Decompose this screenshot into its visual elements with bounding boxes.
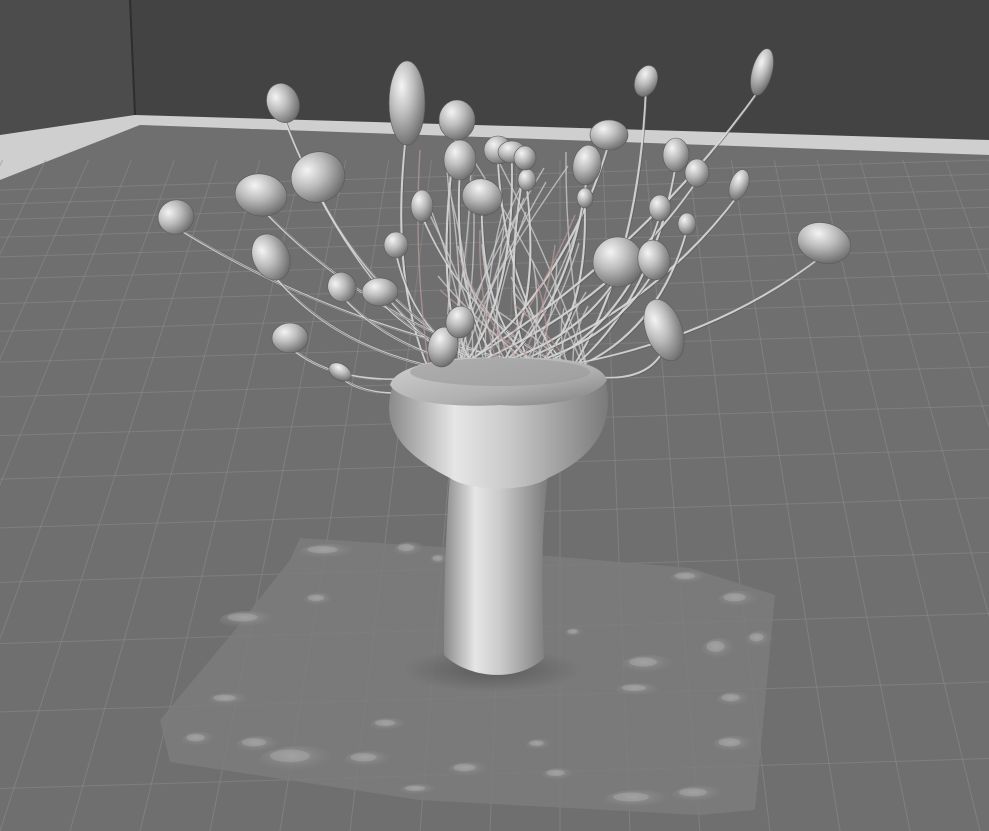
leaf-blob (677, 212, 697, 236)
leaf-blob (383, 231, 409, 259)
left-wall (0, 0, 135, 135)
ground-bump-highlight (186, 734, 205, 742)
leaf-blob-body (443, 139, 477, 181)
ground-bump-highlight (679, 788, 707, 797)
leaf-blob-body (383, 231, 409, 259)
leaf-blob (684, 158, 710, 188)
leaf-blob-body (677, 212, 697, 236)
ground-bump-highlight (375, 719, 395, 727)
ground-bump-highlight (350, 753, 377, 762)
leaf-blob (443, 139, 477, 181)
leaf-blob-body (361, 277, 399, 307)
leaf-blob-body (517, 168, 537, 192)
leaf-blob-body (271, 322, 309, 354)
leaf-blob-body (589, 119, 629, 151)
ground-bump-highlight (529, 740, 544, 746)
leaf-blob-body (684, 158, 710, 188)
leaf-blob (576, 187, 594, 209)
ground-bump-highlight (629, 657, 657, 667)
leaf-blob (662, 137, 690, 173)
ground-bump-highlight (622, 684, 646, 692)
ground-bump-highlight (432, 555, 443, 561)
leaf-blob-body (388, 60, 426, 146)
ground-bump-highlight (749, 633, 764, 642)
ground-bump-highlight (706, 641, 725, 652)
ground-bump-highlight (675, 572, 695, 580)
ground-bump-highlight (405, 785, 425, 791)
ground-bump-highlight (546, 769, 565, 777)
ground-bump-highlight (718, 738, 741, 747)
leaf-blob-body (576, 187, 594, 209)
leaf-blob-body (513, 145, 537, 171)
ground-bump-highlight (723, 593, 746, 602)
ground-bump-highlight (308, 594, 324, 602)
ground-bump-highlight (307, 546, 338, 554)
leaf-blob (517, 168, 537, 192)
ground-bump-highlight (213, 694, 236, 702)
viewport-canvas[interactable] (0, 0, 989, 831)
ground-bump-highlight (398, 544, 414, 552)
ground-bump-highlight (242, 738, 266, 747)
leaf-blob (592, 236, 644, 288)
vase-stem (444, 475, 548, 675)
leaf-blob (513, 145, 537, 171)
leaf-blob (410, 189, 434, 223)
leaf-blob (438, 99, 476, 141)
leaf-blob (648, 194, 672, 222)
leaf-blob-body (438, 99, 476, 141)
ground-bump-highlight (721, 694, 740, 702)
3d-viewport[interactable]: vase-mesh branches-mesh leaf-blobs-mesh … (0, 0, 989, 831)
leaf-blob-body (648, 194, 672, 222)
ground-bump-highlight (453, 764, 476, 772)
leaf-blob (361, 277, 399, 307)
leaf-blob-body (410, 189, 434, 223)
leaf-blob (271, 322, 309, 354)
ground-bump-highlight (227, 613, 258, 622)
leaf-blob (388, 60, 426, 146)
leaf-blob-body (592, 236, 644, 288)
ground-bump-highlight (567, 629, 578, 634)
leaf-blob-body (662, 137, 690, 173)
leaf-blob (589, 119, 629, 151)
ground-bump-highlight (613, 792, 649, 802)
